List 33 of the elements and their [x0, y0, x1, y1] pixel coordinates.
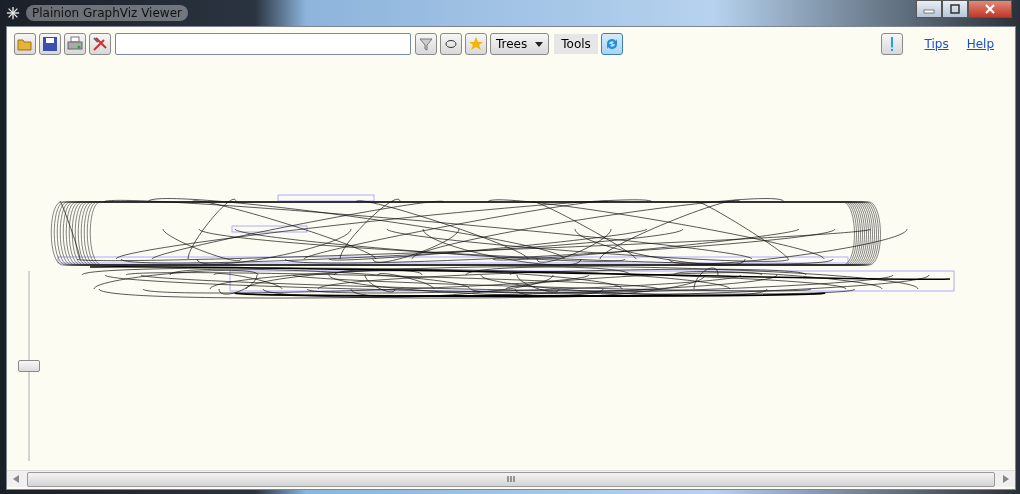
minimize-button[interactable]: [916, 0, 942, 18]
printer-icon: [67, 36, 83, 52]
maximize-icon: [949, 4, 961, 14]
close-button[interactable]: [968, 0, 1012, 18]
window-title: Plainion GraphViz Viewer: [26, 5, 188, 21]
open-folder-button[interactable]: [14, 33, 36, 55]
star-button[interactable]: [465, 33, 487, 55]
folder-icon: [17, 36, 33, 52]
app-icon: [6, 6, 20, 20]
ellipse-button[interactable]: [440, 33, 462, 55]
filter-button[interactable]: [415, 33, 437, 55]
scroll-left-icon[interactable]: [13, 475, 19, 483]
search-field[interactable]: [115, 33, 411, 55]
slider-thumb[interactable]: [18, 360, 40, 372]
alert-button[interactable]: [881, 33, 904, 55]
link[interactable]: Tips: [924, 37, 949, 51]
tools-button[interactable]: Tools: [554, 34, 598, 54]
refresh-toggle[interactable]: [600, 33, 623, 55]
maximize-button[interactable]: [942, 0, 968, 18]
caret-icon: [535, 41, 544, 47]
zoom-slider[interactable]: [18, 271, 40, 461]
star-icon: [468, 36, 484, 52]
exclamation-icon: [891, 37, 894, 51]
scroll-right-icon[interactable]: [1003, 475, 1009, 483]
grip-icon: [507, 475, 515, 483]
trees-dropdown[interactable]: Trees: [490, 33, 550, 55]
funnel-icon: [418, 36, 434, 52]
close-icon: [984, 4, 996, 14]
link[interactable]: Help: [966, 37, 994, 51]
print-button[interactable]: [64, 33, 86, 55]
save-button[interactable]: [39, 33, 61, 55]
tools-icon-button[interactable]: [89, 33, 111, 55]
tools-icon: [92, 36, 108, 52]
